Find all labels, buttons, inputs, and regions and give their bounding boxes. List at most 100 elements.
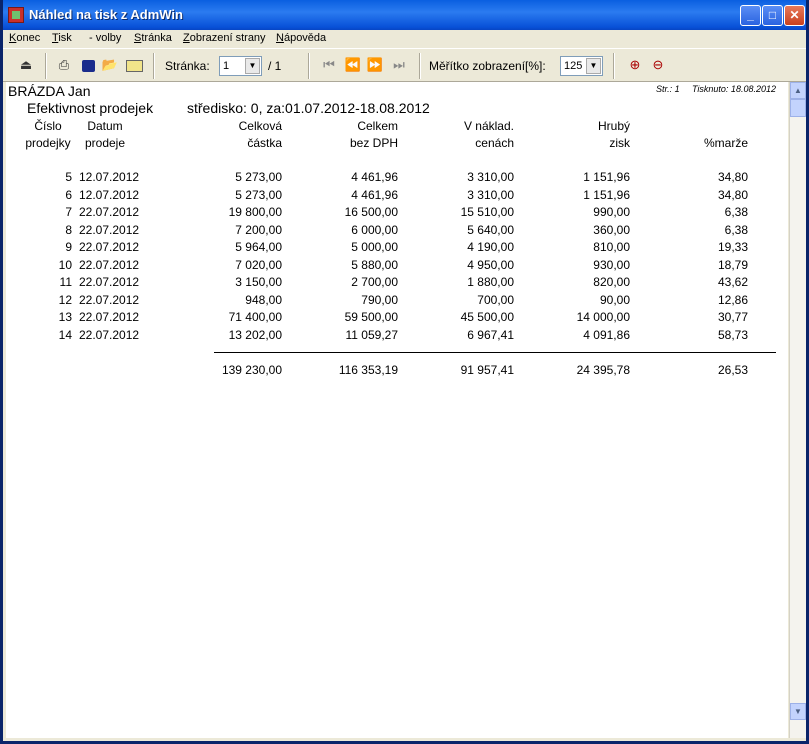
row-margin: 58,73 [717, 327, 748, 342]
row-margin: 19,33 [717, 240, 748, 254]
row-date: 22.07.2012 [79, 257, 140, 272]
header-amount-1: Celková [238, 119, 282, 133]
row-amount: 5 273,00 [235, 187, 282, 202]
zoom-in-button[interactable]: ⊕ [626, 56, 644, 74]
header-date-2: prodeje [84, 136, 126, 150]
header-cost-2: cenách [475, 136, 514, 150]
total-amount: 139 230,00 [221, 363, 282, 377]
header-no-2: prodejky [25, 136, 71, 150]
totals-divider [214, 352, 776, 353]
zoom-select[interactable]: 125 ▼ [560, 56, 603, 76]
close-icon: ✕ [789, 8, 800, 22]
first-page-button[interactable]: ⏮ [320, 56, 338, 74]
menu-zobrazeni-strany[interactable]: Zobrazení strany [183, 32, 266, 44]
row-gross: 4 091,86 [583, 327, 630, 342]
row-gross: 14 000,00 [576, 310, 630, 324]
row-amount: 948,00 [245, 292, 282, 307]
row-amount: 7 200,00 [235, 222, 282, 237]
row-margin: 12,86 [717, 292, 748, 307]
maximize-button[interactable]: □ [762, 5, 783, 26]
menu-volby[interactable]: - volby [89, 32, 121, 44]
row-no: 10 [58, 257, 72, 272]
row-margin: 30,77 [717, 310, 748, 324]
chevron-down-icon[interactable]: ▼ [245, 58, 260, 74]
report-person: BRÁZDA Jan [8, 83, 91, 99]
last-page-icon: ⏭ [393, 57, 405, 72]
print-options-button[interactable] [79, 56, 97, 74]
prev-page-button[interactable]: ⏪ [344, 56, 362, 74]
app-icon[interactable] [8, 7, 24, 23]
chevron-down-icon[interactable]: ▼ [586, 58, 601, 74]
report-print-date: Tisknuto: 18.08.2012 [692, 84, 776, 94]
row-margin: 6,38 [724, 205, 748, 219]
row-gross: 1 151,96 [583, 170, 630, 184]
row-date: 22.07.2012 [79, 327, 140, 342]
report-subtitle: středisko: 0, za:01.07.2012-18.08.2012 [187, 100, 430, 116]
toolbar-separator [613, 53, 615, 79]
next-page-button[interactable]: ⏩ [366, 56, 384, 74]
row-cost: 5 640,00 [467, 222, 514, 237]
zoom-out-button[interactable]: ⊖ [649, 56, 667, 74]
total-cost: 91 957,41 [460, 363, 514, 377]
scroll-down-icon: ▼ [794, 707, 802, 716]
row-net: 4 461,96 [351, 170, 398, 184]
row-gross: 90,00 [599, 292, 630, 307]
open-button[interactable]: 📂 [101, 56, 119, 74]
report-page: BRÁZDA Jan Str.: 1 Tisknuto: 18.08.2012 … [6, 82, 788, 738]
row-cost: 4 190,00 [467, 240, 514, 254]
row-date: 22.07.2012 [79, 275, 140, 289]
row-amount: 5 273,00 [235, 170, 282, 184]
window-title: Náhled na tisk z AdmWin [29, 7, 183, 22]
header-net-1: Celkem [357, 119, 398, 133]
row-gross: 810,00 [593, 240, 630, 254]
vertical-scrollbar[interactable]: ▲ ▼ [789, 82, 806, 738]
menu-tisk[interactable]: Tisk [52, 32, 72, 44]
row-cost: 700,00 [477, 292, 514, 307]
last-page-button[interactable]: ⏭ [390, 56, 408, 74]
page-select[interactable]: 1 ▼ [219, 56, 262, 76]
row-net: 5 000,00 [351, 240, 398, 254]
row-gross: 1 151,96 [583, 187, 630, 202]
minimize-button[interactable]: _ [740, 5, 761, 26]
scroll-up-button[interactable]: ▲ [790, 82, 806, 99]
toolbar-separator [308, 53, 310, 79]
title-bar[interactable]: Náhled na tisk z AdmWin _ □ ✕ [3, 0, 806, 30]
row-net: 5 880,00 [351, 257, 398, 272]
row-amount: 5 964,00 [235, 240, 282, 254]
row-gross: 360,00 [593, 222, 630, 237]
minimize-icon: _ [747, 8, 754, 22]
row-cost: 1 880,00 [467, 275, 514, 289]
scroll-thumb[interactable] [790, 99, 806, 117]
page-label: Stránka: [165, 59, 210, 73]
row-date: 22.07.2012 [79, 240, 140, 254]
header-gross-1: Hrubý [597, 119, 630, 133]
total-margin: 26,53 [717, 363, 748, 377]
row-amount: 13 202,00 [228, 327, 282, 342]
prev-page-icon: ⏪ [344, 57, 362, 72]
print-button[interactable]: ⎙ [55, 56, 73, 74]
row-amount: 3 150,00 [235, 275, 282, 289]
menu-napoveda[interactable]: Nápověda [276, 32, 326, 44]
row-no: 6 [65, 187, 72, 202]
export-icon [125, 59, 143, 72]
row-gross: 930,00 [593, 257, 630, 272]
page-total: / 1 [268, 59, 282, 73]
menu-stranka[interactable]: Stránka [134, 32, 172, 44]
row-cost: 3 310,00 [467, 170, 514, 184]
toolbar: ⏏ ⎙ 📂 Stránka: 1 ▼ / 1 ⏮ ⏪ ⏩ ⏭ Měřítko zo… [3, 48, 806, 82]
row-net: 6 000,00 [351, 222, 398, 237]
row-cost: 6 967,41 [467, 327, 514, 342]
row-amount: 7 020,00 [235, 257, 282, 272]
row-cost: 3 310,00 [467, 187, 514, 202]
scroll-down-button[interactable]: ▼ [790, 703, 806, 720]
export-button[interactable] [125, 56, 143, 74]
zoom-label: Měřítko zobrazení[%]: [429, 59, 546, 73]
menu-konec[interactable]: Konec [9, 32, 40, 44]
row-no: 8 [65, 222, 72, 237]
first-page-icon: ⏮ [323, 57, 335, 72]
exit-button[interactable]: ⏏ [17, 56, 35, 74]
row-cost: 45 500,00 [460, 310, 514, 324]
zoom-select-value: 125 [564, 60, 583, 72]
row-date: 12.07.2012 [79, 170, 140, 184]
close-button[interactable]: ✕ [784, 5, 805, 26]
